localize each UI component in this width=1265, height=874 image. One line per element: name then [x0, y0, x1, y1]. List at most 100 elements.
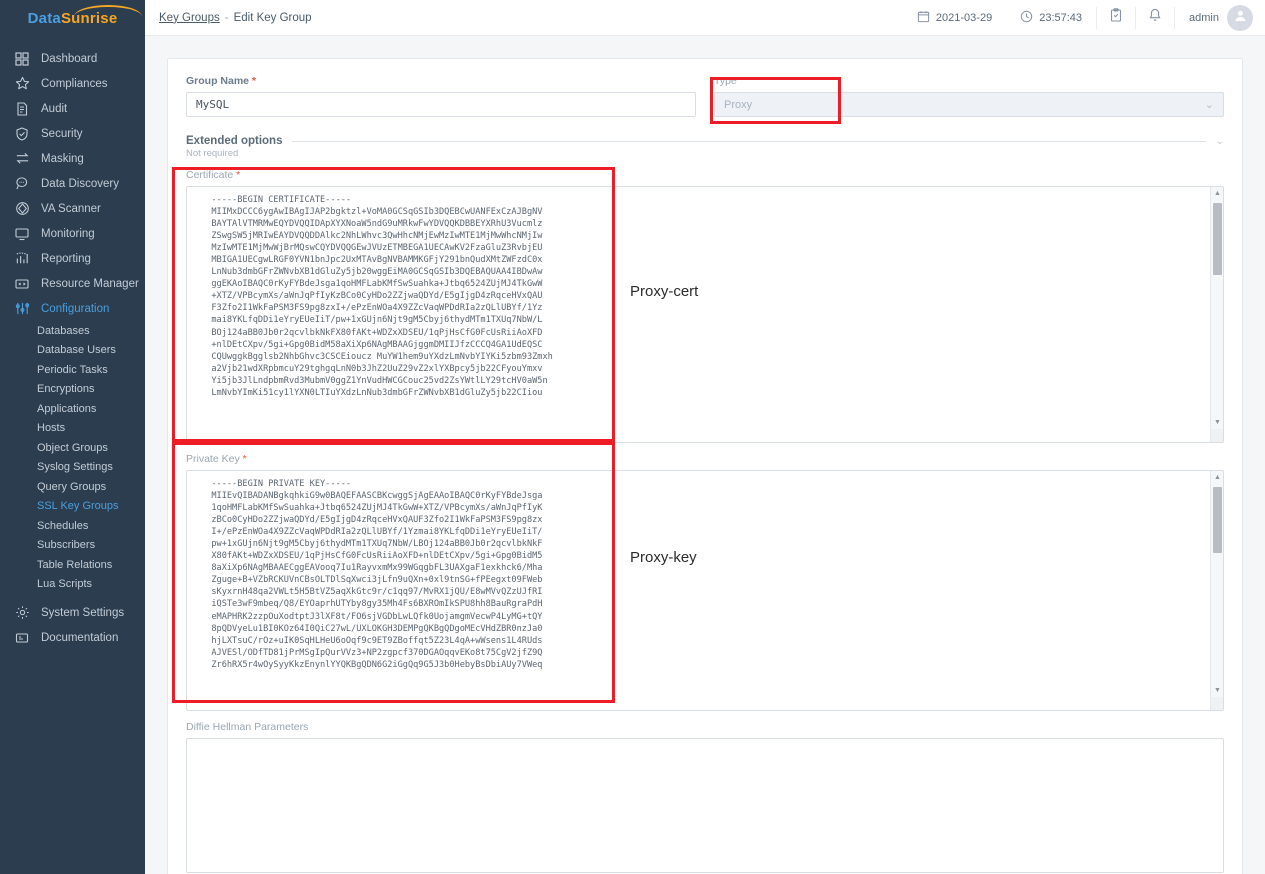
target-icon — [13, 200, 31, 218]
calendar-icon — [917, 10, 930, 26]
monitor-icon — [13, 225, 31, 243]
header-right-tools: 2021-03-29 23:57:43 admin — [903, 0, 1265, 36]
sidebar-subitem-object-groups[interactable]: Object Groups — [0, 438, 145, 458]
breadcrumb-root-link[interactable]: Key Groups — [159, 12, 220, 24]
extended-options-header[interactable]: Extended options ⌄ — [186, 135, 1224, 147]
sidebar: DataSunrise Dashboard Compliances Audit — [0, 0, 145, 874]
private-key-label-text: Private Key — [186, 453, 240, 465]
private-key-label: Private Key * — [186, 453, 1224, 465]
user-name-label: admin — [1189, 11, 1219, 24]
sidebar-subitem-label: Schedules — [37, 519, 89, 532]
sidebar-subitem-label: Applications — [37, 402, 97, 415]
clipboard-check-icon — [1109, 8, 1123, 27]
star-icon — [13, 75, 31, 93]
sidebar-nav: Dashboard Compliances Audit Security Mas… — [0, 36, 145, 650]
diffie-hellman-textarea[interactable] — [187, 739, 1223, 872]
brand-logo[interactable]: DataSunrise — [0, 0, 145, 36]
sidebar-item-label: System Settings — [41, 606, 125, 619]
header-date: 2021-03-29 — [903, 0, 1006, 36]
sidebar-item-configuration[interactable]: Configuration — [0, 296, 145, 321]
scroll-down-icon[interactable]: ▼ — [1211, 684, 1223, 697]
sidebar-item-system-settings[interactable]: System Settings — [0, 600, 145, 625]
sidebar-subitem-label: Lua Scripts — [37, 578, 93, 591]
search-icon — [13, 175, 31, 193]
group-name-label-text: Group Name — [186, 75, 250, 87]
certificate-label-text: Certificate — [186, 169, 234, 181]
sidebar-item-label: Configuration — [41, 302, 110, 315]
gear-icon — [13, 604, 31, 622]
scroll-up-icon[interactable]: ▲ — [1211, 187, 1223, 200]
scroll-down-icon[interactable]: ▼ — [1211, 416, 1223, 429]
type-select[interactable]: Proxy ⌄ — [714, 92, 1224, 117]
sidebar-subitem-schedules[interactable]: Schedules — [0, 516, 145, 536]
certificate-textarea[interactable]: -----BEGIN CERTIFICATE----- MIIMxDCCC6yg… — [187, 187, 1223, 442]
required-asterisk: * — [239, 453, 247, 465]
diffie-hellman-textarea-wrap — [186, 738, 1224, 873]
sidebar-subitem-hosts[interactable]: Hosts — [0, 419, 145, 439]
brand-name-part1: Data — [27, 9, 61, 27]
tasks-button[interactable] — [1097, 0, 1135, 36]
extended-options-title: Extended options — [186, 135, 283, 147]
breadcrumb-current: Edit Key Group — [233, 11, 312, 24]
sidebar-subitem-label: Hosts — [37, 422, 66, 435]
sidebar-subitem-label: Database Users — [37, 344, 116, 357]
sidebar-subitem-syslog-settings[interactable]: Syslog Settings — [0, 458, 145, 478]
shield-icon — [13, 125, 31, 143]
sidebar-subitem-periodic-tasks[interactable]: Periodic Tasks — [0, 360, 145, 380]
notifications-button[interactable] — [1136, 0, 1174, 36]
sidebar-subitem-label: Periodic Tasks — [37, 363, 108, 376]
scroll-up-icon[interactable]: ▲ — [1211, 471, 1223, 484]
chevron-down-icon[interactable]: ⌄ — [1216, 136, 1224, 147]
group-name-label: Group Name * — [186, 75, 696, 87]
sidebar-subitem-query-groups[interactable]: Query Groups — [0, 477, 145, 497]
swap-icon — [13, 150, 31, 168]
scrollbar-thumb[interactable] — [1213, 203, 1222, 275]
sidebar-subitem-applications[interactable]: Applications — [0, 399, 145, 419]
certificate-scrollbar[interactable]: ▲ ▼ — [1210, 187, 1223, 442]
sidebar-item-compliances[interactable]: Compliances — [0, 71, 145, 96]
sidebar-subitem-label: Databases — [37, 324, 90, 337]
sidebar-item-label: Dashboard — [41, 52, 98, 65]
sidebar-subitem-table-relations[interactable]: Table Relations — [0, 555, 145, 575]
chevron-down-icon: ⌄ — [1204, 99, 1214, 111]
sidebar-subitem-label: Encryptions — [37, 383, 95, 396]
sidebar-item-resource-manager[interactable]: Resource Manager — [0, 271, 145, 296]
sidebar-item-masking[interactable]: Masking — [0, 146, 145, 171]
scrollbar-thumb[interactable] — [1213, 487, 1222, 553]
sidebar-item-va-scanner[interactable]: VA Scanner — [0, 196, 145, 221]
sidebar-item-security[interactable]: Security — [0, 121, 145, 146]
sidebar-item-audit[interactable]: Audit — [0, 96, 145, 121]
scrollbar-corner — [1211, 697, 1223, 710]
book-icon — [13, 629, 31, 647]
private-key-textarea[interactable]: -----BEGIN PRIVATE KEY----- MIIEvQIBADAN… — [187, 471, 1223, 710]
sidebar-subitem-lua-scripts[interactable]: Lua Scripts — [0, 575, 145, 595]
sidebar-item-monitoring[interactable]: Monitoring — [0, 221, 145, 246]
private-key-scrollbar[interactable]: ▲ ▼ — [1210, 471, 1223, 710]
sidebar-subitem-subscribers[interactable]: Subscribers — [0, 536, 145, 556]
server-icon — [13, 275, 31, 293]
group-name-input[interactable] — [186, 92, 696, 117]
bell-icon — [1148, 8, 1162, 27]
sidebar-subitem-label: Object Groups — [37, 441, 108, 454]
sidebar-item-reporting[interactable]: Reporting — [0, 246, 145, 271]
required-asterisk: * — [249, 75, 257, 87]
avatar[interactable] — [1227, 4, 1253, 31]
sidebar-item-label: Audit — [41, 102, 68, 115]
sidebar-item-data-discovery[interactable]: Data Discovery — [0, 171, 145, 196]
sidebar-subitem-database-users[interactable]: Database Users — [0, 341, 145, 361]
sidebar-subitem-ssl-key-groups[interactable]: SSL Key Groups — [0, 497, 145, 517]
document-icon — [13, 100, 31, 118]
sidebar-subitem-databases[interactable]: Databases — [0, 321, 145, 341]
type-field-group: Type Proxy ⌄ — [714, 75, 1224, 117]
sidebar-item-label: Compliances — [41, 77, 108, 90]
user-menu[interactable]: admin — [1175, 0, 1219, 36]
sunrise-arc-icon — [73, 4, 142, 19]
sidebar-item-dashboard[interactable]: Dashboard — [0, 46, 145, 71]
annotation-label-proxy-cert: Proxy-cert — [630, 283, 699, 300]
private-key-textarea-wrap: -----BEGIN PRIVATE KEY----- MIIEvQIBADAN… — [186, 470, 1224, 711]
sidebar-item-documentation[interactable]: Documentation — [0, 625, 145, 650]
type-select-value: Proxy — [724, 98, 753, 111]
sidebar-subitem-encryptions[interactable]: Encryptions — [0, 380, 145, 400]
bar-chart-icon — [13, 250, 31, 268]
clock-icon — [1020, 10, 1033, 26]
